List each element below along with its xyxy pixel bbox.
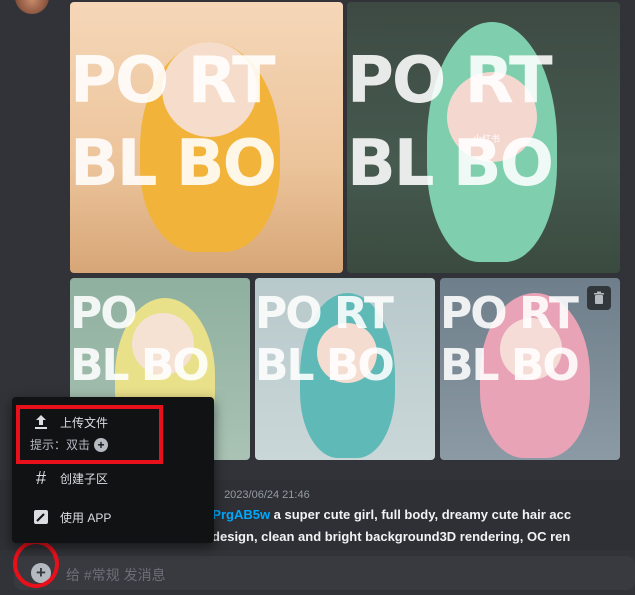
- generated-image-4[interactable]: PO RT BL BO: [255, 278, 435, 460]
- highlight-box: [16, 405, 163, 464]
- message-input-placeholder[interactable]: 给 #常规 发消息: [66, 565, 166, 585]
- watermark-line-1: PO RT: [347, 44, 553, 118]
- generated-image-2[interactable]: PO RT BL BO 小红书: [347, 2, 620, 273]
- watermark-line-2: BL BO: [70, 340, 210, 391]
- app-icon: [30, 506, 52, 528]
- watermark-line-1: PO: [70, 288, 138, 339]
- watermark-stamp: 小红书: [473, 134, 501, 144]
- menu-item-app-label: 使用 APP: [60, 510, 112, 525]
- menu-item-use-app[interactable]: 使用 APP: [30, 506, 111, 528]
- generated-image-1[interactable]: PO RT BL BO: [70, 2, 343, 273]
- delete-image-button[interactable]: [587, 286, 611, 310]
- thread-icon: #: [35, 467, 46, 488]
- watermark-line-1: PO RT: [70, 44, 276, 118]
- highlight-circle: [13, 540, 59, 588]
- message-text-line-2: P design, clean and bright background3D …: [200, 529, 571, 544]
- watermark-line-2: BL BO: [255, 340, 395, 391]
- menu-item-thread-label: 创建子区: [60, 471, 109, 486]
- message-text: a super cute girl, full body, dreamy cut…: [270, 507, 572, 522]
- watermark-line-2: BL BO: [440, 340, 580, 391]
- message-text-line-1: WPrgAB5w a super cute girl, full body, d…: [200, 507, 571, 522]
- message-meta: 人 2023/06/24 21:46: [200, 486, 310, 502]
- watermark-line-1: PO RT: [255, 288, 394, 339]
- message-timestamp: 2023/06/24 21:46: [224, 489, 310, 501]
- menu-item-create-thread[interactable]: # 创建子区: [30, 467, 108, 489]
- watermark-line-2: BL BO: [70, 127, 277, 201]
- trash-icon: [594, 291, 604, 304]
